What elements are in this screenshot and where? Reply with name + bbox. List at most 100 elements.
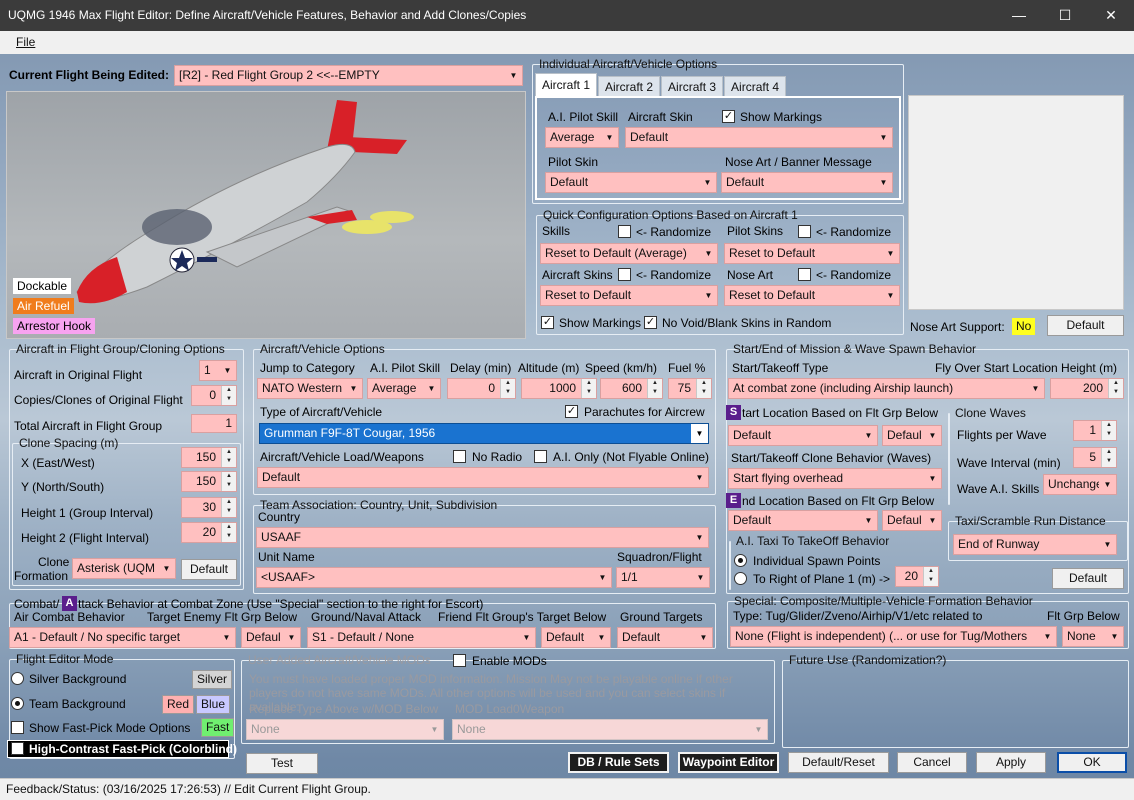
spin-arrows-icon[interactable]: ▲ ▼ [221, 448, 236, 467]
clone-behavior-select[interactable]: Start flying overhead ▼ [728, 468, 942, 489]
test-button[interactable]: Test [246, 753, 318, 774]
skills-reset-select[interactable]: Reset to Default (Average) ▼ [540, 243, 718, 264]
fast-swatch[interactable]: Fast [201, 718, 235, 737]
taxi-right-radio[interactable] [734, 572, 747, 585]
fuel-stepper[interactable]: 75 ▲ ▼ [668, 378, 712, 399]
load-weapons-select[interactable]: Default ▼ [257, 467, 709, 488]
vehicle-skill-select[interactable]: Average ▼ [367, 378, 441, 399]
minimize-button[interactable]: — [996, 0, 1042, 31]
no-void-skins-checkbox[interactable]: ✓ [644, 316, 657, 329]
tab-aircraft-4[interactable]: Aircraft 4 [724, 76, 787, 96]
mods-replace-select[interactable]: None ▼ [246, 719, 444, 740]
air-combat-select[interactable]: A1 - Default / No specific target ▼ [9, 627, 236, 648]
spin-arrows-icon[interactable]: ▲ ▼ [1101, 421, 1116, 440]
silver-swatch[interactable]: Silver [192, 670, 233, 689]
ai-only-checkbox[interactable] [534, 450, 547, 463]
target-enemy-select[interactable]: Defaul ▼ [241, 627, 301, 648]
nose-art-reset-select[interactable]: Reset to Default ▼ [724, 285, 900, 306]
start-type-select[interactable]: At combat zone (including Airship launch… [728, 378, 1045, 399]
default-reset-button[interactable]: Default/Reset [788, 752, 889, 773]
spawn-default-button[interactable]: Default [1052, 568, 1124, 589]
vehicle-type-select[interactable]: Grumman F9F-8T Cougar, 1956 ▼ [259, 423, 709, 444]
delay-stepper[interactable]: 0 ▲ ▼ [447, 378, 516, 399]
cancel-button[interactable]: Cancel [897, 752, 967, 773]
red-swatch[interactable]: Red [162, 695, 195, 714]
taxi-individual-radio[interactable] [734, 554, 747, 567]
ok-button[interactable]: OK [1057, 752, 1127, 773]
height2-stepper[interactable]: 20 ▲ ▼ [181, 522, 237, 543]
mods-loadout-select[interactable]: None ▼ [452, 719, 768, 740]
y-spacing-stepper[interactable]: 150 ▲ ▼ [181, 471, 237, 492]
no-radio-checkbox[interactable] [453, 450, 466, 463]
aircraft-skin-select[interactable]: Default ▼ [625, 127, 893, 148]
country-select[interactable]: USAAF ▼ [256, 527, 709, 548]
ground-targets-select[interactable]: Default ▼ [617, 627, 713, 648]
start-location-grp-select[interactable]: Defaul ▼ [882, 425, 942, 446]
enable-mods-checkbox[interactable] [453, 654, 466, 667]
pilot-skin-select[interactable]: Default ▼ [545, 172, 717, 193]
altitude-stepper[interactable]: 1000 ▲ ▼ [521, 378, 597, 399]
spin-arrows-icon[interactable]: ▲ ▼ [1101, 448, 1116, 467]
taxi-distance-stepper[interactable]: 20 ▲ ▼ [895, 566, 939, 587]
copies-stepper[interactable]: 0 ▲ ▼ [191, 385, 237, 406]
x-spacing-stepper[interactable]: 150 ▲ ▼ [181, 447, 237, 468]
high-contrast-checkbox[interactable] [11, 742, 24, 755]
spin-arrows-icon[interactable]: ▲ ▼ [221, 386, 236, 405]
jump-category-select[interactable]: NATO Western ▼ [257, 378, 363, 399]
scramble-select[interactable]: End of Runway ▼ [953, 534, 1117, 555]
spin-arrows-icon[interactable]: ▲ ▼ [1108, 379, 1123, 398]
squadron-select[interactable]: 1/1 ▼ [616, 567, 710, 588]
end-location-select[interactable]: Default ▼ [728, 510, 878, 531]
spin-arrows-icon[interactable]: ▲ ▼ [500, 379, 515, 398]
nose-art-default-button[interactable]: Default [1047, 315, 1124, 336]
tab-aircraft-1[interactable]: Aircraft 1 [535, 73, 598, 96]
friend-target-select[interactable]: Default ▼ [541, 627, 611, 648]
ai-pilot-skill-select[interactable]: Average ▼ [545, 127, 619, 148]
blue-swatch[interactable]: Blue [196, 695, 231, 714]
start-location-select[interactable]: Default ▼ [728, 425, 878, 446]
aircraft-skins-reset-select[interactable]: Reset to Default ▼ [540, 285, 718, 306]
spin-arrows-icon[interactable]: ▲ ▼ [923, 567, 938, 586]
quick-show-markings-checkbox[interactable]: ✓ [541, 316, 554, 329]
spin-arrows-icon[interactable]: ▲ ▼ [696, 379, 711, 398]
silver-background-radio[interactable] [11, 672, 24, 685]
speed-stepper[interactable]: 600 ▲ ▼ [600, 378, 663, 399]
db-rule-sets-button[interactable]: DB / Rule Sets [568, 752, 669, 773]
special-grp-select[interactable]: None ▼ [1062, 626, 1124, 647]
waypoint-editor-button[interactable]: Waypoint Editor [678, 752, 779, 773]
randomize-pilot-skins-checkbox[interactable] [798, 225, 811, 238]
randomize-nose-art-checkbox[interactable] [798, 268, 811, 281]
clone-formation-select[interactable]: Asterisk (UQM ▼ [72, 558, 176, 579]
special-type-select[interactable]: None (Flight is independent) (... or use… [730, 626, 1057, 647]
maximize-button[interactable]: ☐ [1042, 0, 1088, 31]
current-flight-select[interactable]: [R2] - Red Flight Group 2 <<--EMPTY ▼ [174, 65, 523, 86]
flights-per-wave-stepper[interactable]: 1 ▲ ▼ [1073, 420, 1117, 441]
tab-aircraft-3[interactable]: Aircraft 3 [661, 76, 724, 96]
team-background-radio[interactable] [11, 697, 24, 710]
randomize-skills-checkbox[interactable] [618, 225, 631, 238]
height1-stepper[interactable]: 30 ▲ ▼ [181, 497, 237, 518]
apply-button[interactable]: Apply [976, 752, 1046, 773]
ground-attack-select[interactable]: S1 - Default / None ▼ [307, 627, 536, 648]
spin-arrows-icon[interactable]: ▲ ▼ [221, 523, 236, 542]
nose-art-select[interactable]: Default ▼ [721, 172, 893, 193]
wave-ai-skills-select[interactable]: Unchange ▼ [1043, 474, 1117, 495]
spin-arrows-icon[interactable]: ▲ ▼ [221, 498, 236, 517]
spin-arrows-icon[interactable]: ▲ ▼ [221, 472, 236, 491]
end-location-grp-select[interactable]: Defaul ▼ [882, 510, 942, 531]
tab-aircraft-2[interactable]: Aircraft 2 [598, 76, 661, 96]
clone-default-button[interactable]: Default [181, 559, 237, 580]
menu-file[interactable]: File [16, 35, 35, 49]
parachutes-checkbox[interactable]: ✓ [565, 405, 578, 418]
pilot-skins-reset-select[interactable]: Reset to Default ▼ [724, 243, 900, 264]
fly-over-height-stepper[interactable]: 200 ▲ ▼ [1050, 378, 1124, 399]
wave-interval-stepper[interactable]: 5 ▲ ▼ [1073, 447, 1117, 468]
fast-pick-checkbox[interactable] [11, 721, 24, 734]
randomize-aircraft-skins-checkbox[interactable] [618, 268, 631, 281]
show-markings-checkbox[interactable]: ✓ [722, 110, 735, 123]
unit-name-select[interactable]: <USAAF> ▼ [256, 567, 612, 588]
close-button[interactable]: ✕ [1088, 0, 1134, 31]
spin-arrows-icon[interactable]: ▲ ▼ [581, 379, 596, 398]
spin-arrows-icon[interactable]: ▲ ▼ [647, 379, 662, 398]
aircraft-in-original-select[interactable]: 1 ▼ [199, 360, 237, 381]
